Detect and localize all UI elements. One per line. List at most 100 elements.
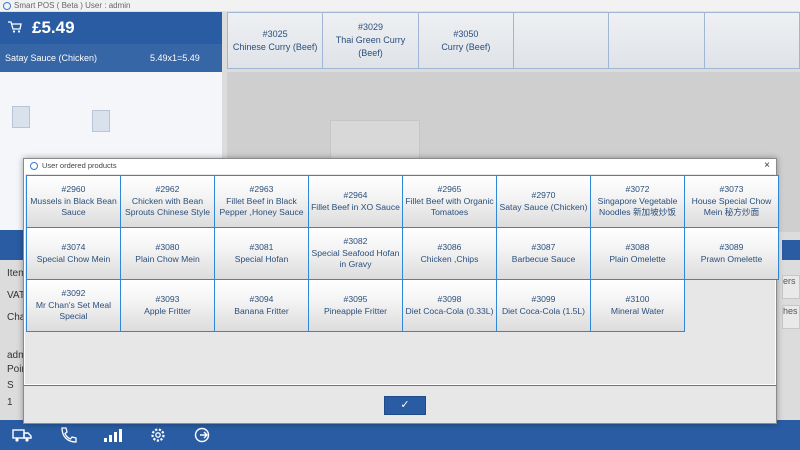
product-tile[interactable]: #2964 Fillet Beef in XO Sauce [308,175,403,228]
phone-icon[interactable] [58,427,78,443]
product-name: Chicken ,Chips [420,253,479,264]
product-number: #3073 [719,184,744,195]
product-tile[interactable]: #3088 Plain Omelette [590,227,685,280]
right-side-bar [782,240,800,260]
product-tile[interactable]: #3081 Special Hofan [214,227,309,280]
location-label: S [7,380,14,391]
product-number: #2965 [437,184,462,195]
product-name: Chicken with Bean Sprouts Chinese Style [124,195,211,218]
order-line-item[interactable]: Satay Sauce (Chicken) 5.49x1=5.49 [0,44,222,72]
logout-icon[interactable] [192,427,212,443]
product-name: Plain Omelette [609,253,666,264]
product-tile[interactable]: #2965 Fillet Beef with Organic Tomatoes [402,175,497,228]
product-tile[interactable]: #3086 Chicken ,Chips [402,227,497,280]
product-tile[interactable]: #3099 Diet Coca-Cola (1.5L) [496,279,591,332]
product-tile[interactable]: #3050 Curry (Beef) [418,12,514,69]
product-name: Apple Fritter [144,305,191,316]
file-icon [92,110,110,132]
file-icon [12,106,30,128]
product-name: Mussels in Black Bean Sauce [30,195,117,218]
product-number: #2962 [155,184,180,195]
product-number: #3099 [531,294,556,304]
right-side-button[interactable]: ers [782,275,800,299]
product-tile[interactable]: #2960 Mussels in Black Bean Sauce [26,175,121,228]
product-number: #2970 [531,190,556,200]
window-title: Smart POS ( Beta ) User : admin [14,1,131,10]
cart-icon [8,21,22,33]
app-logo-icon [3,2,11,10]
product-tile[interactable]: #3092 Mr Chan's Set Meal Special [26,279,121,332]
product-tile[interactable]: #3080 Plain Chow Mein [120,227,215,280]
order-total: £5.49 [32,18,75,37]
product-number: #2960 [61,184,86,195]
user-ordered-products-dialog: User ordered products × #2960 Mussels in … [23,158,779,424]
chart-icon[interactable] [103,427,123,443]
product-tile[interactable]: #3093 Apple Fritter [120,279,215,332]
window-title-bar: Smart POS ( Beta ) User : admin [0,0,800,12]
order-total-header: £5.49 [0,12,222,44]
product-number: #3082 [343,236,368,247]
product-name: Diet Coca-Cola (1.5L) [501,305,586,316]
product-name: Singapore Vegetable Noodles 新加坡炒饭 [597,195,678,218]
product-number: #3092 [61,288,86,299]
product-number: #3094 [249,294,274,304]
product-number: #3081 [249,242,274,252]
dialog-title-bar: User ordered products × [24,159,776,173]
app-logo-icon [30,162,38,170]
product-tile[interactable]: #3087 Barbecue Sauce [496,227,591,280]
confirm-button[interactable]: ✓ [384,396,426,415]
product-tile[interactable]: #3029 Thai Green Curry (Beef) [323,12,419,69]
bottom-toolbar [0,420,800,450]
product-number: #3080 [155,242,180,252]
product-number: #3089 [719,242,744,252]
order-line-price: 5.49x1=5.49 [150,53,200,63]
phone-label: 1 [7,397,13,408]
product-name: Mr Chan's Set Meal Special [35,299,112,322]
product-tile[interactable]: #3098 Diet Coca-Cola (0.33L) [402,279,497,332]
product-number: #2964 [343,190,368,200]
product-tile[interactable]: #2970 Satay Sauce (Chicken) [496,175,591,228]
dialog-product-area: #2960 Mussels in Black Bean Sauce #2962 Chi… [25,174,779,384]
product-name: Mineral Water [610,305,665,316]
product-number: #3093 [155,294,180,304]
background-placeholder [330,120,420,162]
product-name: Fillet Beef in Black Pepper ,Honey Sauce [219,195,304,218]
product-number: #3095 [343,294,368,304]
delivery-truck-icon[interactable] [12,427,32,443]
product-tile-empty[interactable] [514,12,610,69]
product-name: Pineapple Fritter [323,305,388,316]
product-name: Barbecue Sauce [511,253,576,264]
product-tile[interactable]: #3072 Singapore Vegetable Noodles 新加坡炒饭 [590,175,685,228]
product-grid-top: #3025 Chinese Curry (Beef) #3029 Thai Gree… [227,12,800,69]
product-tile[interactable]: #3089 Prawn Omelette [684,227,779,280]
product-tile[interactable]: #3025 Chinese Curry (Beef) [228,12,324,69]
order-line-name: Satay Sauce (Chicken) [5,53,98,63]
dialog-footer: ✓ [24,386,776,423]
product-tile-empty[interactable] [704,12,800,69]
product-tile[interactable]: #2963 Fillet Beef in Black Pepper ,Honey … [214,175,309,228]
product-tile[interactable]: #3082 Special Seafood Hofan in Gravy [308,227,403,280]
ordered-products-grid: #2960 Mussels in Black Bean Sauce #2962 Chi… [26,175,779,332]
product-name: Diet Coca-Cola (0.33L) [405,305,494,316]
product-name: Prawn Omelette [700,253,763,264]
product-number: #2963 [249,184,274,195]
product-name: Plain Chow Mein [135,253,200,264]
product-tile[interactable]: #3074 Special Chow Mein [26,227,121,280]
product-tile[interactable]: #2962 Chicken with Bean Sprouts Chinese S… [120,175,215,228]
product-tile[interactable]: #3095 Pineapple Fritter [308,279,403,332]
gear-icon[interactable] [148,427,168,443]
product-name: Special Chow Mein [36,253,111,264]
right-side-button[interactable]: hes [782,305,800,329]
product-number: #3100 [625,294,650,304]
product-tile[interactable]: #3073 House Special Chow Mein 秘方炒面 [684,175,779,228]
product-number: #3086 [437,242,462,252]
product-name: Special Hofan [234,253,289,264]
product-name: Satay Sauce (Chicken) [499,201,588,212]
product-number: #3098 [437,294,462,304]
product-name: Fillet Beef in XO Sauce [311,201,400,212]
checkmark-icon: ✓ [400,399,410,411]
product-tile-empty[interactable] [609,12,705,69]
close-icon[interactable]: × [764,160,770,172]
product-tile[interactable]: #3094 Banana Fritter [214,279,309,332]
product-tile[interactable]: #3100 Mineral Water [590,279,685,332]
